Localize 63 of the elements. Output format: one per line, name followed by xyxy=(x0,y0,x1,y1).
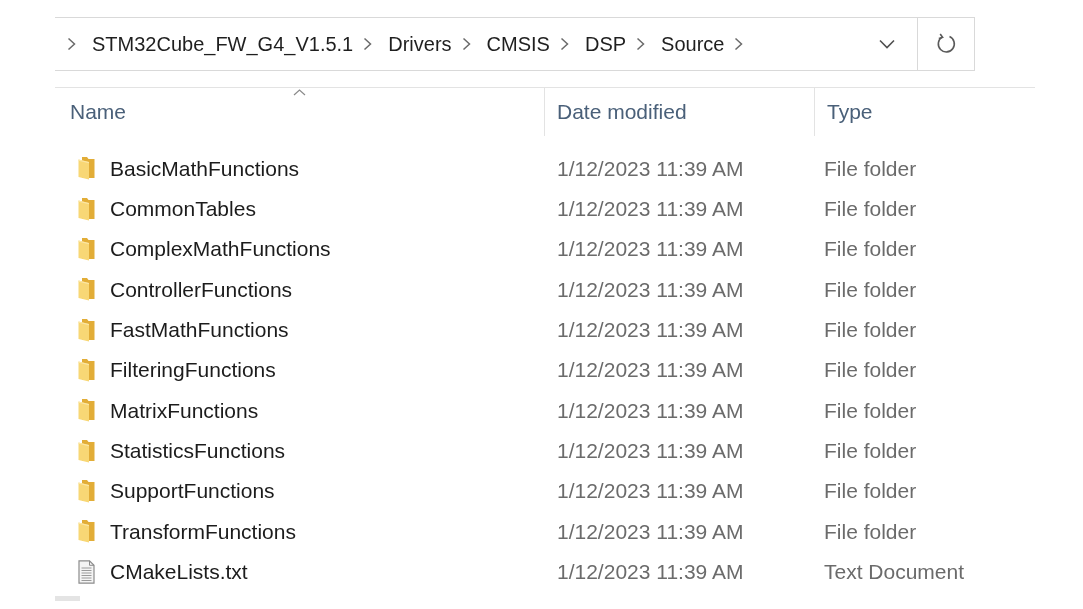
scrollbar-thumb[interactable] xyxy=(55,595,80,601)
folder-icon xyxy=(78,478,95,503)
breadcrumb-item[interactable]: STM32Cube_FW_G4_V1.5.1 xyxy=(92,32,354,56)
chevron-right-icon[interactable] xyxy=(559,37,569,51)
breadcrumb-item[interactable]: Source xyxy=(661,32,725,56)
refresh-button[interactable] xyxy=(918,17,975,71)
chevron-right-icon[interactable] xyxy=(734,37,744,51)
column-header[interactable]: Date modified xyxy=(545,88,815,136)
breadcrumb-item[interactable]: DSP xyxy=(584,32,627,56)
modified-date: 1/12/2023 11:39 AM xyxy=(557,479,744,503)
chevron-right-icon[interactable] xyxy=(461,37,471,51)
file-type: File folder xyxy=(824,277,917,301)
breadcrumb-item[interactable]: Drivers xyxy=(388,32,452,56)
folder-icon xyxy=(78,156,95,181)
address-bar[interactable]: STM32Cube_FW_G4_V1.5.1 Drivers CMSIS DSP Source xyxy=(55,17,918,71)
modified-date: 1/12/2023 11:39 AM xyxy=(557,560,744,583)
chevron-down-icon[interactable] xyxy=(879,39,895,49)
file-type: File folder xyxy=(824,358,917,382)
modified-date: 1/12/2023 11:39 AM xyxy=(557,317,744,341)
file-type: File folder xyxy=(824,439,917,462)
modified-date: 1/12/2023 11:39 AM xyxy=(557,439,744,462)
file-name[interactable]: ControllerFunctions xyxy=(110,276,293,302)
file-type: File folder xyxy=(824,317,917,341)
modified-date: 1/12/2023 11:39 AM xyxy=(557,398,744,422)
folder-icon xyxy=(78,357,95,382)
file-name[interactable]: CMakeLists.txt xyxy=(110,559,248,585)
chevron-right-icon[interactable] xyxy=(636,37,646,51)
folder-icon xyxy=(78,519,95,544)
file-name[interactable]: BasicMathFunctions xyxy=(110,155,300,181)
modified-date: 1/12/2023 11:39 AM xyxy=(557,237,744,261)
column-header[interactable]: Name xyxy=(55,88,545,136)
file-name[interactable]: MatrixFunctions xyxy=(110,397,259,423)
file-type: File folder xyxy=(824,519,917,543)
file-name[interactable]: ComplexMathFunctions xyxy=(110,236,331,262)
text-file-icon xyxy=(78,559,95,584)
folder-icon xyxy=(78,317,95,342)
modified-date: 1/12/2023 11:39 AM xyxy=(557,358,744,382)
modified-date: 1/12/2023 11:39 AM xyxy=(557,519,744,543)
column-header[interactable]: Type xyxy=(815,88,1035,136)
file-name[interactable]: FastMathFunctions xyxy=(110,316,289,343)
chevron-right-icon[interactable] xyxy=(67,37,76,51)
folder-icon xyxy=(78,398,95,423)
folder-icon xyxy=(78,236,95,261)
file-name[interactable]: SupportFunctions xyxy=(110,478,275,504)
file-type: File folder xyxy=(824,237,917,261)
file-type: File folder xyxy=(824,156,917,180)
file-type: File folder xyxy=(824,398,917,422)
modified-date: 1/12/2023 11:39 AM xyxy=(557,277,744,301)
refresh-icon xyxy=(936,33,956,55)
file-name[interactable]: FilteringFunctions xyxy=(110,357,276,383)
file-name[interactable]: CommonTables xyxy=(110,195,256,222)
folder-icon xyxy=(78,196,95,221)
modified-date: 1/12/2023 11:39 AM xyxy=(557,196,744,220)
file-name[interactable]: TransformFunctions xyxy=(110,518,296,544)
file-type: File folder xyxy=(824,196,917,220)
breadcrumb-item[interactable]: CMSIS xyxy=(486,32,550,56)
file-type: Text Document xyxy=(824,560,965,583)
modified-date: 1/12/2023 11:39 AM xyxy=(557,156,744,180)
file-type: File folder xyxy=(824,479,917,503)
folder-icon xyxy=(78,438,95,463)
chevron-right-icon[interactable] xyxy=(363,37,373,51)
file-name[interactable]: StatisticsFunctions xyxy=(110,438,286,464)
folder-icon xyxy=(78,277,95,302)
